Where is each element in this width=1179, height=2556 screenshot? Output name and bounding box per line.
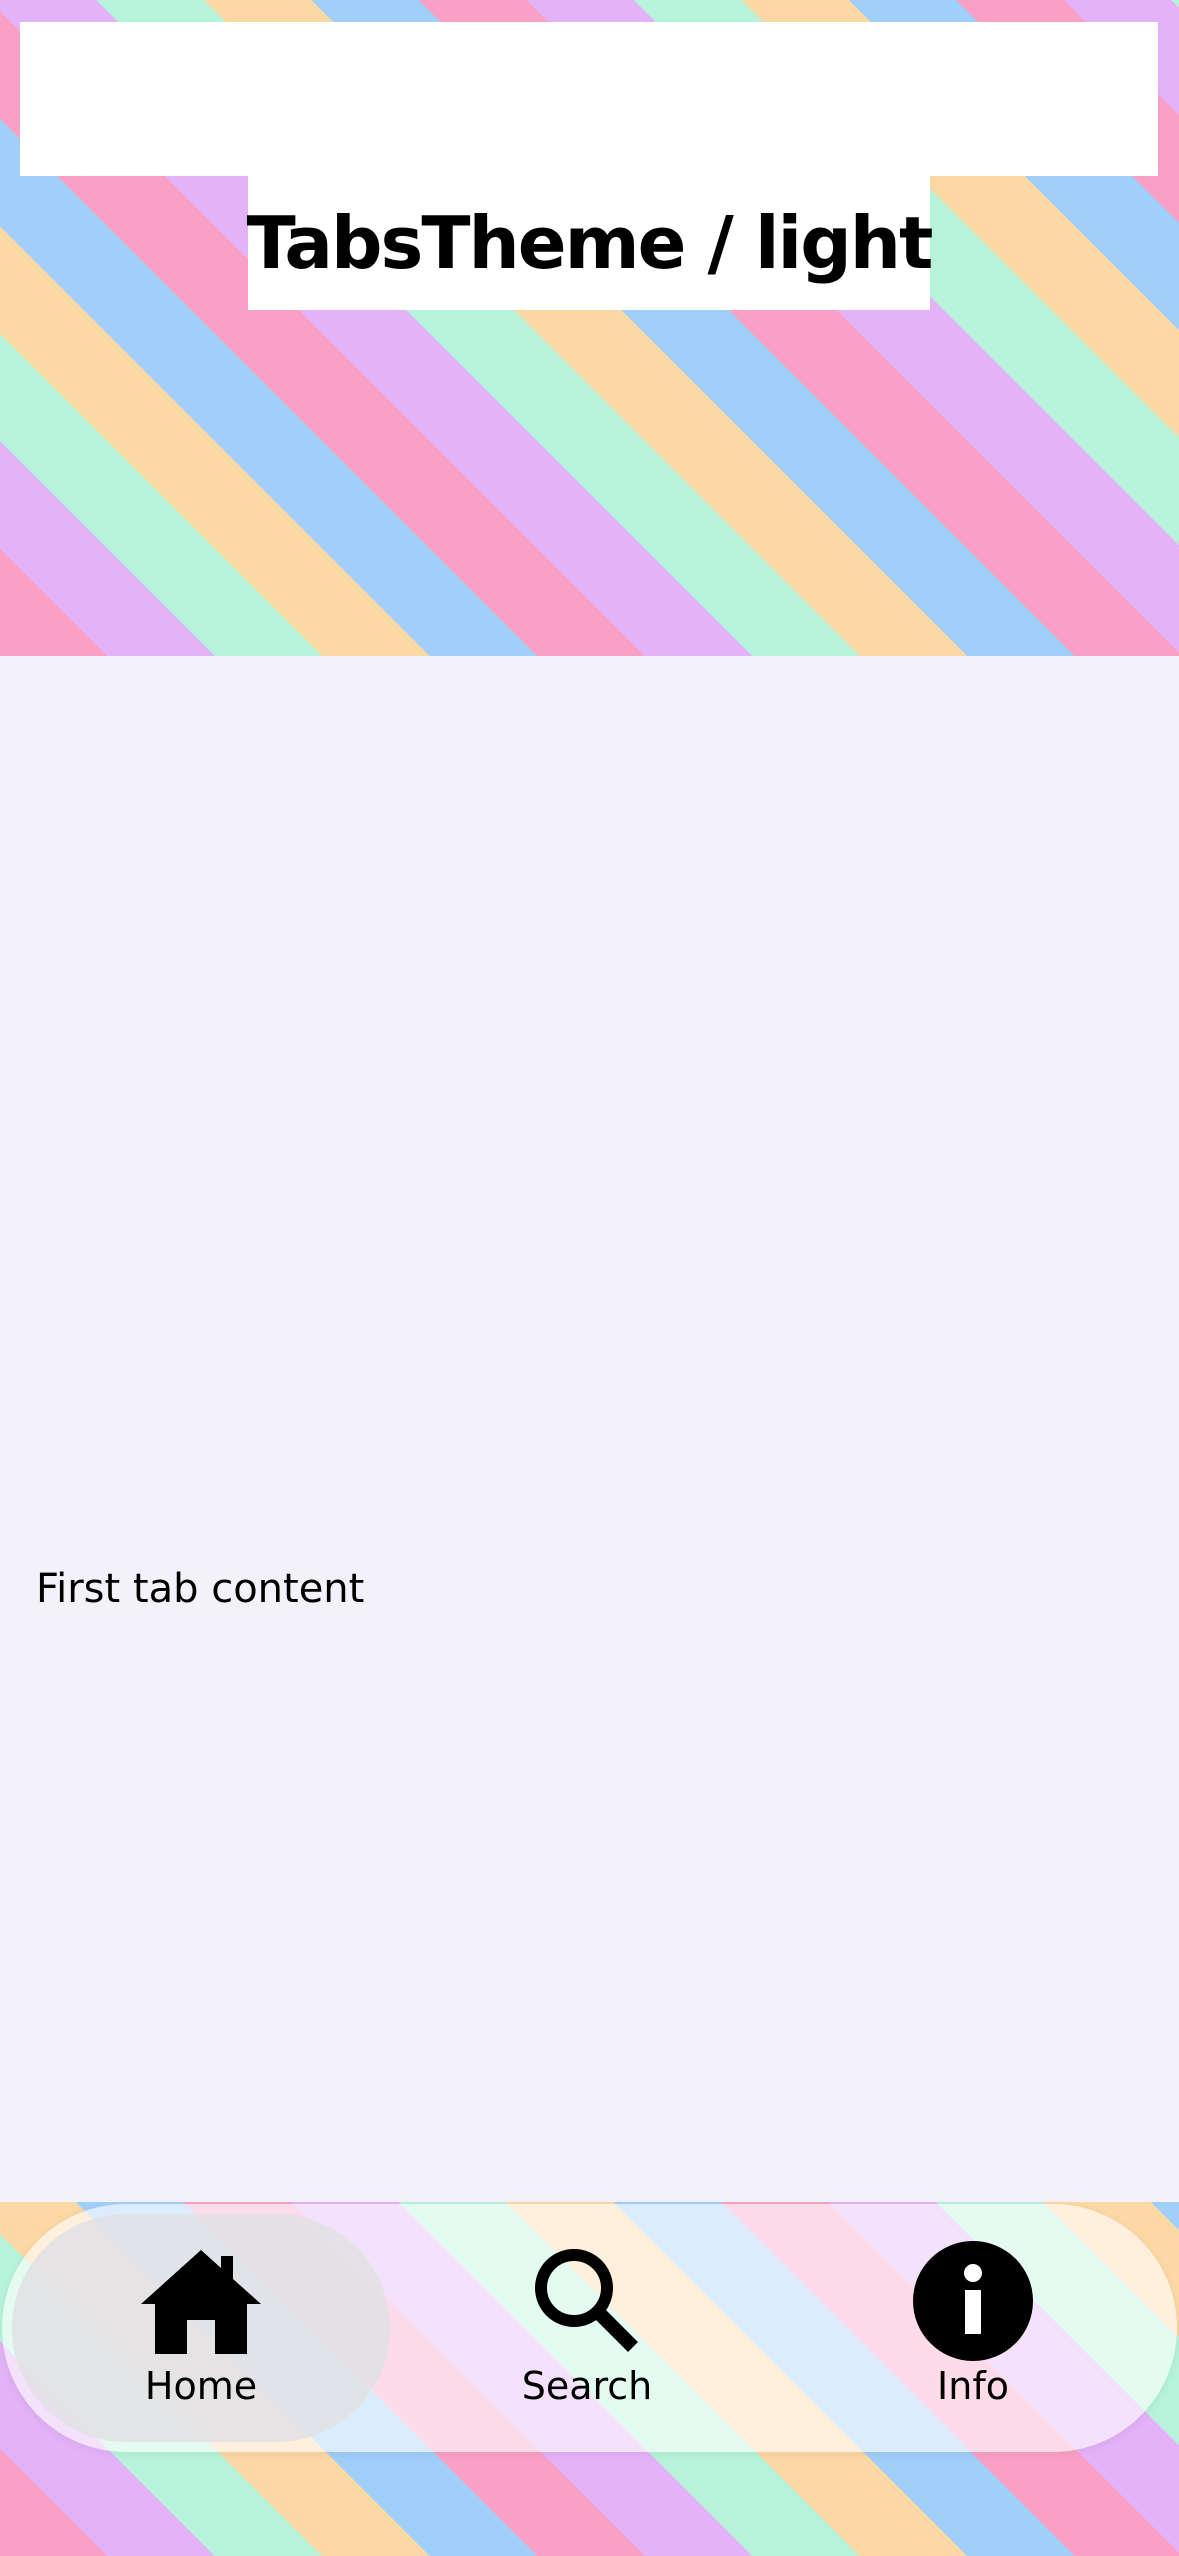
page-title: TabsTheme / light — [246, 201, 934, 285]
tab-home[interactable]: Home — [12, 2214, 390, 2442]
magnifying-glass-icon — [522, 2246, 652, 2356]
tab-search[interactable]: Search — [398, 2214, 776, 2442]
tab-info-label: Info — [937, 2364, 1009, 2408]
tab-content-text: First tab content — [36, 1566, 365, 1612]
tab-content-area: First tab content — [0, 656, 1179, 2202]
tab-info[interactable]: Info — [784, 2214, 1162, 2442]
tab-home-label: Home — [144, 2364, 258, 2408]
status-bar-area — [20, 22, 1158, 176]
info-circle-icon — [908, 2241, 1038, 2361]
tab-search-label: Search — [521, 2364, 653, 2408]
tab-bar: Home Search Info — [2, 2204, 1177, 2452]
navigation-title-box: TabsTheme / light — [246, 176, 934, 310]
app-screen: TabsTheme / light First tab content Home… — [0, 0, 1179, 2556]
house-icon — [136, 2246, 266, 2356]
